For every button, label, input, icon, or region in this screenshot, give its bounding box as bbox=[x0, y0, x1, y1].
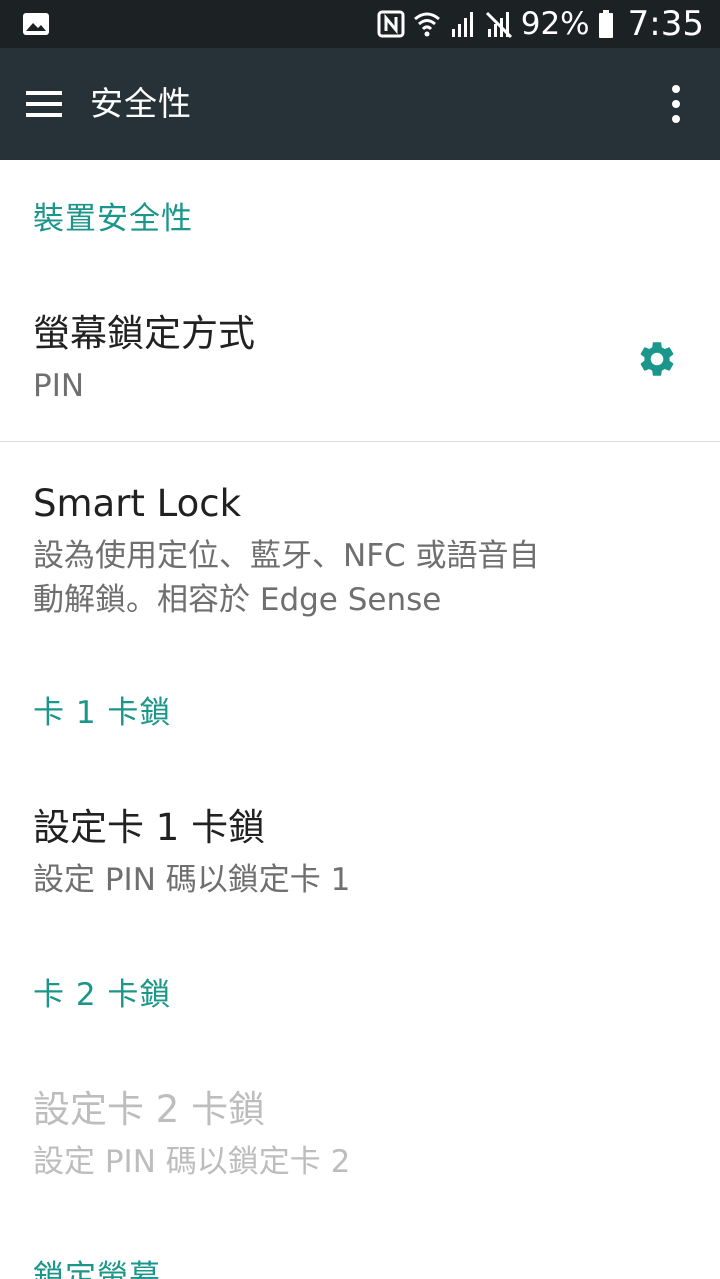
screen-lock-row[interactable] bbox=[0, 280, 720, 440]
nfc-icon bbox=[377, 10, 405, 38]
settings-list: 裝置安全性 螢幕鎖定方式 PIN Smart Lock 設為使用定位、藍牙、NF… bbox=[0, 160, 720, 1279]
wifi-icon bbox=[413, 12, 440, 37]
smart-lock-subtitle-line-1: 設為使用定位、藍牙、NFC 或語音自 bbox=[33, 538, 540, 574]
sim1-lock-title: 設定卡 1 卡鎖 bbox=[33, 806, 266, 849]
gear-icon[interactable] bbox=[636, 338, 678, 380]
sim2-lock-subtitle: 設定 PIN 碼以鎖定卡 2 bbox=[33, 1144, 351, 1180]
screen-lock-title: 螢幕鎖定方式 bbox=[33, 312, 255, 355]
menu-icon[interactable] bbox=[26, 89, 62, 119]
status-bar: 92% 7:35 bbox=[0, 0, 720, 48]
sim1-lock-subtitle: 設定 PIN 碼以鎖定卡 1 bbox=[33, 862, 351, 898]
screen-lock-subtitle: PIN bbox=[33, 368, 85, 404]
sim2-lock-title: 設定卡 2 卡鎖 bbox=[33, 1088, 266, 1131]
section-header-lock-screen: 鎖定螢幕 bbox=[33, 1259, 161, 1279]
status-indicators: 92% 7:35 bbox=[377, 0, 704, 48]
signal-icon bbox=[451, 12, 473, 37]
smart-lock-title: Smart Lock bbox=[33, 482, 242, 525]
app-bar: 安全性 bbox=[0, 48, 720, 160]
gallery-icon bbox=[23, 13, 49, 35]
battery-icon bbox=[598, 10, 613, 38]
section-header-device-security: 裝置安全性 bbox=[33, 201, 193, 237]
smart-lock-subtitle-line-2: 動解鎖。相容於 Edge Sense bbox=[33, 582, 442, 618]
page-title: 安全性 bbox=[90, 84, 192, 123]
clock: 7:35 bbox=[627, 4, 704, 44]
battery-percent: 92% bbox=[520, 6, 590, 42]
section-header-sim2-lock: 卡 2 卡鎖 bbox=[33, 977, 172, 1013]
signal-no-data-icon bbox=[485, 11, 512, 39]
overflow-icon[interactable] bbox=[664, 84, 688, 124]
section-header-sim1-lock: 卡 1 卡鎖 bbox=[33, 695, 172, 731]
